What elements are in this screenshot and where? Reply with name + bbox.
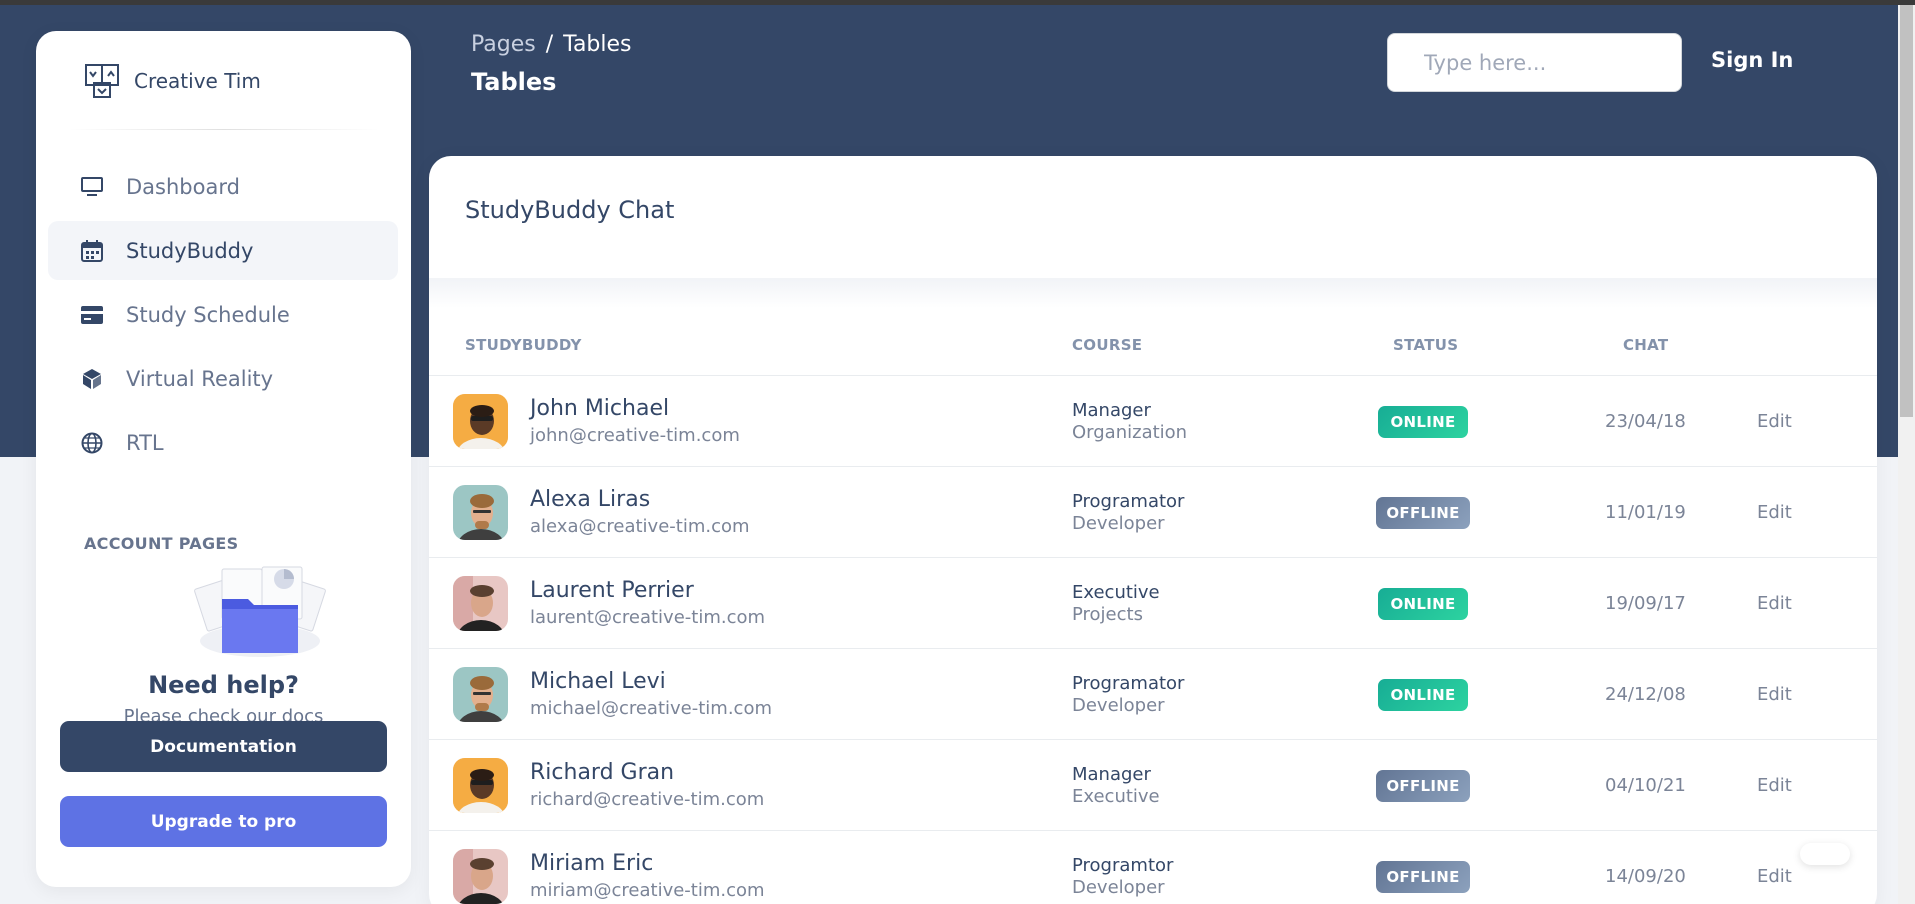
cube-icon (80, 367, 104, 391)
edit-link[interactable]: Edit (1757, 775, 1792, 796)
sidebar-item-virtual-reality[interactable]: Virtual Reality (48, 349, 398, 408)
column-header-status: STATUS (1393, 336, 1459, 354)
sidebar-item-label: Virtual Reality (126, 366, 274, 391)
person-email: alexa@creative-tim.com (530, 516, 750, 537)
course-role: Programator (1072, 491, 1185, 512)
sign-in-link[interactable]: Sign In (1711, 48, 1793, 72)
section-title-account-pages: ACCOUNT PAGES (84, 534, 239, 553)
breadcrumb-root[interactable]: Pages (471, 32, 536, 57)
brand[interactable]: Creative Tim (84, 63, 261, 99)
avatar (453, 667, 508, 722)
globe-icon (80, 431, 104, 455)
status-badge: OFFLINE (1376, 770, 1470, 802)
course-dept: Developer (1072, 877, 1165, 898)
chat-date: 24/12/08 (1605, 684, 1686, 705)
avatar (453, 485, 508, 540)
sidebar-nav: Dashboard StudyBuddy Study Schedule Virt… (48, 157, 398, 477)
sidebar-divider (68, 129, 380, 130)
column-header-course: COURSE (1072, 336, 1143, 354)
table-row: Michael Levi michael@creative-tim.com Prog… (429, 649, 1877, 740)
chat-date: 19/09/17 (1605, 593, 1686, 614)
course-role: Manager (1072, 400, 1151, 421)
status-badge: ONLINE (1378, 588, 1468, 620)
sidebar-item-label: StudyBuddy (126, 238, 254, 263)
sidebar: Creative Tim Dashboard StudyBuddy Study … (36, 31, 411, 887)
sidebar-item-dashboard[interactable]: Dashboard (48, 157, 398, 216)
breadcrumb-current: Tables (563, 32, 632, 57)
calendar-icon (80, 239, 104, 263)
breadcrumb-separator: / (545, 32, 554, 57)
logo-icon (85, 64, 119, 98)
monitor-icon (80, 175, 104, 199)
credit-card-icon (80, 303, 104, 327)
card-header-fade (429, 278, 1877, 308)
person-email: laurent@creative-tim.com (530, 607, 766, 628)
brand-name: Creative Tim (134, 69, 261, 93)
chat-date: 11/01/19 (1605, 502, 1686, 523)
person-name: Michael Levi (530, 669, 666, 694)
breadcrumb: Pages / Tables (471, 32, 632, 57)
status-badge: OFFLINE (1376, 497, 1470, 529)
status-badge: ONLINE (1378, 406, 1468, 438)
documentation-button[interactable]: Documentation (60, 721, 387, 772)
chat-date: 23/04/18 (1605, 411, 1686, 432)
course-role: Programtor (1072, 855, 1174, 876)
avatar (453, 576, 508, 631)
table-row: Laurent Perrier laurent@creative-tim.com E… (429, 558, 1877, 649)
studybuddy-chat-card: StudyBuddy Chat STUDYBUDDY COURSE STATUS… (429, 156, 1877, 904)
chat-date: 04/10/21 (1605, 775, 1686, 796)
documents-folder-icon (194, 566, 326, 657)
course-dept: Organization (1072, 422, 1188, 443)
sidebar-item-study-schedule[interactable]: Study Schedule (48, 285, 398, 344)
course-dept: Projects (1072, 604, 1143, 625)
sidebar-item-label: RTL (126, 430, 164, 455)
table-row: John Michael john@creative-tim.com Manager… (429, 376, 1877, 467)
card-title: StudyBuddy Chat (465, 196, 675, 224)
person-email: john@creative-tim.com (530, 425, 740, 446)
column-header-studybuddy: STUDYBUDDY (465, 336, 582, 354)
course-dept: Developer (1072, 695, 1165, 716)
edit-link[interactable]: Edit (1757, 593, 1792, 614)
course-role: Programator (1072, 673, 1185, 694)
table-row: Alexa Liras alexa@creative-tim.com Program… (429, 467, 1877, 558)
person-email: miriam@creative-tim.com (530, 880, 765, 901)
floating-config-button[interactable] (1800, 843, 1850, 865)
sidebar-item-rtl[interactable]: RTL (48, 413, 398, 472)
page-title: Tables (471, 68, 557, 96)
upgrade-to-pro-button[interactable]: Upgrade to pro (60, 796, 387, 847)
person-name: Laurent Perrier (530, 578, 694, 603)
table-row: Richard Gran richard@creative-tim.com Mana… (429, 740, 1877, 831)
avatar (453, 394, 508, 449)
person-email: michael@creative-tim.com (530, 698, 772, 719)
edit-link[interactable]: Edit (1757, 684, 1792, 705)
person-email: richard@creative-tim.com (530, 789, 765, 810)
course-role: Manager (1072, 764, 1151, 785)
sidebar-item-studybuddy[interactable]: StudyBuddy (48, 221, 398, 280)
edit-link[interactable]: Edit (1757, 866, 1792, 887)
person-name: Miriam Eric (530, 851, 654, 876)
avatar (453, 758, 508, 813)
person-name: John Michael (530, 396, 670, 421)
course-role: Executive (1072, 582, 1160, 603)
scrollbar-thumb[interactable] (1900, 5, 1913, 417)
search-input[interactable] (1387, 33, 1682, 92)
status-badge: ONLINE (1378, 679, 1468, 711)
avatar (453, 849, 508, 904)
status-badge: OFFLINE (1376, 861, 1470, 893)
course-dept: Developer (1072, 513, 1165, 534)
column-header-chat: CHAT (1623, 336, 1669, 354)
chat-date: 14/09/20 (1605, 866, 1686, 887)
sidebar-item-label: Study Schedule (126, 302, 290, 327)
help-title: Need help? (148, 671, 299, 699)
edit-link[interactable]: Edit (1757, 411, 1792, 432)
sidebar-item-label: Dashboard (126, 174, 240, 199)
course-dept: Executive (1072, 786, 1160, 807)
person-name: Alexa Liras (530, 487, 651, 512)
edit-link[interactable]: Edit (1757, 502, 1792, 523)
table-row: Miriam Eric miriam@creative-tim.com Progra… (429, 831, 1877, 904)
person-name: Richard Gran (530, 760, 675, 785)
